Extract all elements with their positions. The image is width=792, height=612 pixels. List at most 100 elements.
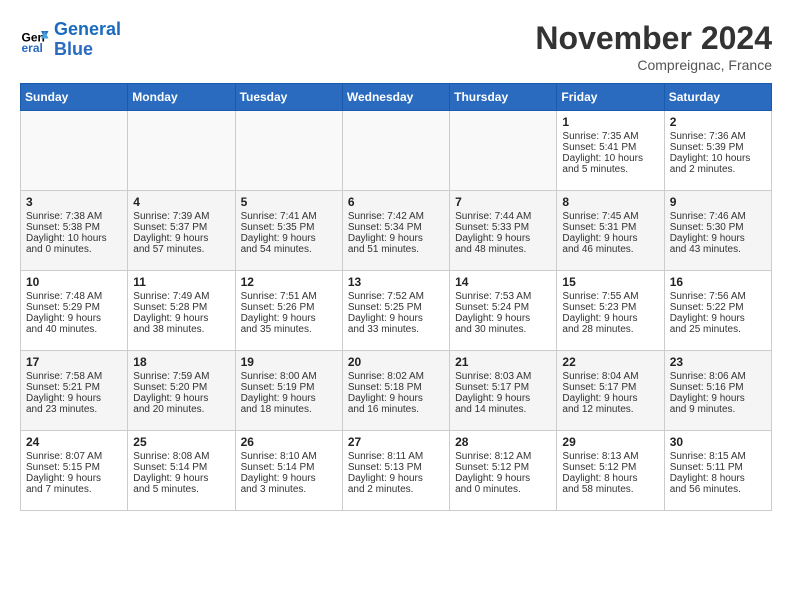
- day-info-line: and 20 minutes.: [133, 404, 229, 415]
- day-info-line: Sunrise: 7:45 AM: [562, 211, 658, 222]
- day-number: 11: [133, 275, 229, 289]
- day-info-line: Daylight: 9 hours: [241, 233, 337, 244]
- week-row-4: 17Sunrise: 7:58 AMSunset: 5:21 PMDayligh…: [21, 351, 772, 431]
- weekday-header-friday: Friday: [557, 84, 664, 111]
- day-info-line: Sunrise: 7:35 AM: [562, 131, 658, 142]
- day-info-line: Daylight: 9 hours: [455, 313, 551, 324]
- day-number: 3: [26, 195, 122, 209]
- day-number: 24: [26, 435, 122, 449]
- day-number: 8: [562, 195, 658, 209]
- day-number: 7: [455, 195, 551, 209]
- day-info-line: Daylight: 9 hours: [562, 313, 658, 324]
- day-info-line: Sunrise: 7:46 AM: [670, 211, 766, 222]
- day-info-line: Daylight: 9 hours: [670, 313, 766, 324]
- location: Compreignac, France: [535, 57, 772, 73]
- day-info-line: Daylight: 9 hours: [455, 393, 551, 404]
- day-cell-1: 1Sunrise: 7:35 AMSunset: 5:41 PMDaylight…: [557, 111, 664, 191]
- day-number: 16: [670, 275, 766, 289]
- day-info-line: and 12 minutes.: [562, 404, 658, 415]
- day-info-line: Daylight: 9 hours: [26, 393, 122, 404]
- day-cell-19: 19 Sunrise: 8:00 AMSunset: 5:19 PMDayligh…: [235, 351, 342, 431]
- day-cell-18: 18Sunrise: 7:59 AMSunset: 5:20 PMDayligh…: [128, 351, 235, 431]
- day-info-line: and 43 minutes.: [670, 244, 766, 255]
- day-info-line: Sunrise: 7:41 AM: [241, 211, 337, 222]
- logo-icon: Gen eral: [20, 25, 50, 55]
- day-cell-12: 12Sunrise: 7:51 AMSunset: 5:26 PMDayligh…: [235, 271, 342, 351]
- day-info-line: Sunrise: 7:49 AM: [133, 291, 229, 302]
- day-info-line: and 51 minutes.: [348, 244, 444, 255]
- day-info-line: Sunset: 5:29 PM: [26, 302, 122, 313]
- day-info-line: Daylight: 9 hours: [455, 473, 551, 484]
- day-info-line: Sunrise: 7:39 AM: [133, 211, 229, 222]
- empty-cell: [128, 111, 235, 191]
- day-info-line: Sunset: 5:15 PM: [26, 462, 122, 473]
- day-number: 27: [348, 435, 444, 449]
- day-cell-14: 14Sunrise: 7:53 AMSunset: 5:24 PMDayligh…: [450, 271, 557, 351]
- day-info-line: Sunset: 5:19 PM: [241, 382, 337, 393]
- day-info-line: Sunset: 5:12 PM: [455, 462, 551, 473]
- day-cell-27: 27Sunrise: 8:11 AMSunset: 5:13 PMDayligh…: [342, 431, 449, 511]
- day-number: 28: [455, 435, 551, 449]
- day-number: 23: [670, 355, 766, 369]
- day-info-line: and 30 minutes.: [455, 324, 551, 335]
- empty-cell: [342, 111, 449, 191]
- day-info-line: Daylight: 9 hours: [670, 233, 766, 244]
- logo-text: GeneralBlue: [54, 20, 121, 60]
- day-cell-23: 23Sunrise: 8:06 AMSunset: 5:16 PMDayligh…: [664, 351, 771, 431]
- day-cell-6: 6Sunrise: 7:42 AMSunset: 5:34 PMDaylight…: [342, 191, 449, 271]
- day-number: 9: [670, 195, 766, 209]
- day-number: 19: [241, 355, 337, 369]
- day-info-line: Sunset: 5:12 PM: [562, 462, 658, 473]
- day-info-line: Sunset: 5:35 PM: [241, 222, 337, 233]
- day-cell-9: 9Sunrise: 7:46 AMSunset: 5:30 PMDaylight…: [664, 191, 771, 271]
- day-number: 20: [348, 355, 444, 369]
- day-info-line: Sunrise: 7:52 AM: [348, 291, 444, 302]
- title-area: November 2024 Compreignac, France: [535, 20, 772, 73]
- day-cell-22: 22Sunrise: 8:04 AMSunset: 5:17 PMDayligh…: [557, 351, 664, 431]
- day-cell-21: 21 Sunrise: 8:03 AMSunset: 5:17 PMDayligh…: [450, 351, 557, 431]
- weekday-header-wednesday: Wednesday: [342, 84, 449, 111]
- day-info-line: and 2 minutes.: [670, 164, 766, 175]
- day-cell-20: 20Sunrise: 8:02 AMSunset: 5:18 PMDayligh…: [342, 351, 449, 431]
- day-info-line: Sunset: 5:33 PM: [455, 222, 551, 233]
- day-info-line: Sunrise: 8:03 AM: [455, 371, 551, 382]
- day-info-line: and 5 minutes.: [562, 164, 658, 175]
- day-info-line: Sunset: 5:21 PM: [26, 382, 122, 393]
- day-info-line: and 35 minutes.: [241, 324, 337, 335]
- day-info-line: and 7 minutes.: [26, 484, 122, 495]
- day-info-line: and 18 minutes.: [241, 404, 337, 415]
- day-info-line: Sunrise: 8:00 AM: [241, 371, 337, 382]
- day-cell-7: 7Sunrise: 7:44 AMSunset: 5:33 PMDaylight…: [450, 191, 557, 271]
- day-info-line: Sunset: 5:23 PM: [562, 302, 658, 313]
- day-info-line: Sunrise: 8:07 AM: [26, 451, 122, 462]
- day-info-line: Sunrise: 8:04 AM: [562, 371, 658, 382]
- day-info-line: Sunrise: 8:08 AM: [133, 451, 229, 462]
- day-info-line: Daylight: 9 hours: [241, 313, 337, 324]
- svg-text:eral: eral: [22, 41, 43, 55]
- day-info-line: Sunset: 5:41 PM: [562, 142, 658, 153]
- day-info-line: Sunset: 5:38 PM: [26, 222, 122, 233]
- day-info-line: Sunset: 5:31 PM: [562, 222, 658, 233]
- day-cell-16: 16Sunrise: 7:56 AMSunset: 5:22 PMDayligh…: [664, 271, 771, 351]
- day-info-line: Sunset: 5:13 PM: [348, 462, 444, 473]
- day-info-line: and 0 minutes.: [26, 244, 122, 255]
- day-info-line: Sunset: 5:17 PM: [455, 382, 551, 393]
- day-number: 21: [455, 355, 551, 369]
- day-info-line: Sunrise: 7:36 AM: [670, 131, 766, 142]
- day-info-line: Daylight: 9 hours: [348, 393, 444, 404]
- day-info-line: Sunset: 5:25 PM: [348, 302, 444, 313]
- day-info-line: and 48 minutes.: [455, 244, 551, 255]
- day-number: 14: [455, 275, 551, 289]
- day-info-line: Daylight: 9 hours: [348, 233, 444, 244]
- week-row-3: 10Sunrise: 7:48 AMSunset: 5:29 PMDayligh…: [21, 271, 772, 351]
- day-info-line: Sunrise: 7:55 AM: [562, 291, 658, 302]
- day-info-line: and 16 minutes.: [348, 404, 444, 415]
- day-info-line: Sunset: 5:39 PM: [670, 142, 766, 153]
- day-cell-29: 29Sunrise: 8:13 AMSunset: 5:12 PMDayligh…: [557, 431, 664, 511]
- logo: Gen eral GeneralBlue: [20, 20, 121, 60]
- day-info-line: and 5 minutes.: [133, 484, 229, 495]
- day-info-line: Daylight: 9 hours: [241, 393, 337, 404]
- day-info-line: Sunrise: 7:56 AM: [670, 291, 766, 302]
- day-info-line: Daylight: 9 hours: [562, 393, 658, 404]
- day-info-line: Sunset: 5:20 PM: [133, 382, 229, 393]
